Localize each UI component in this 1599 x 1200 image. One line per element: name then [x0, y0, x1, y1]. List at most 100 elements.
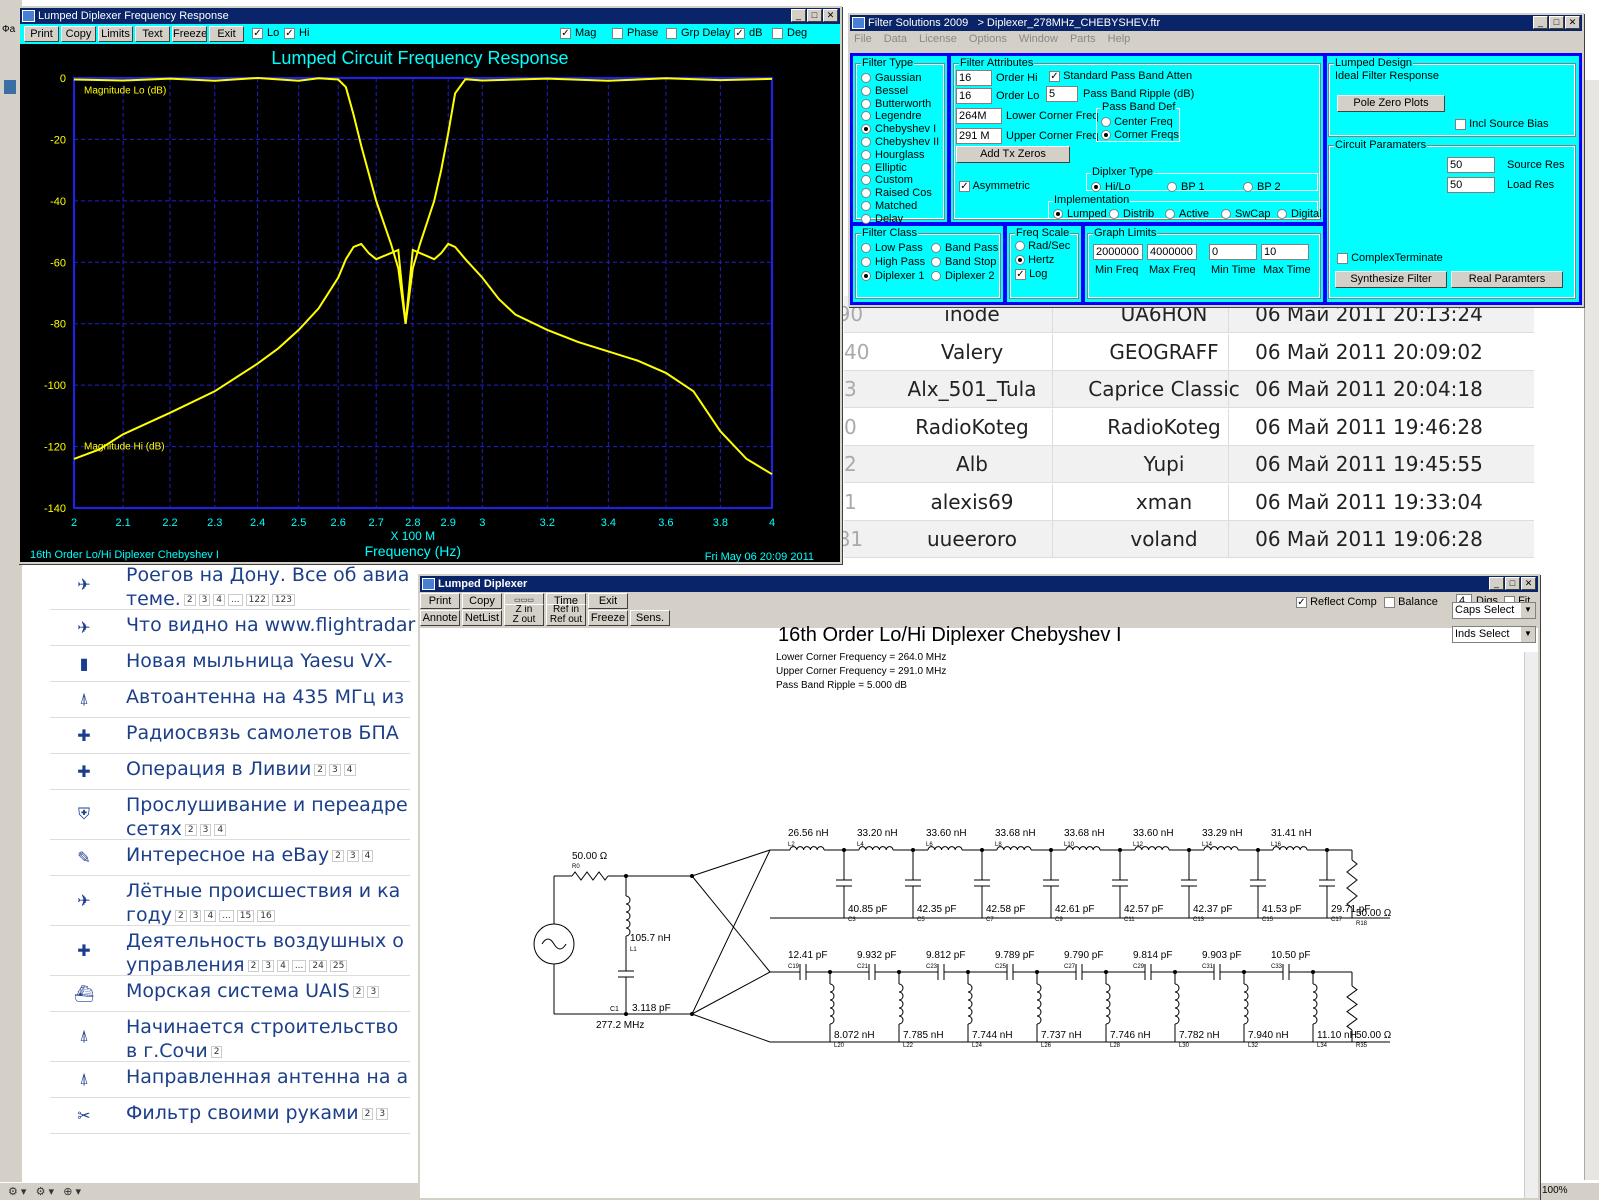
radio-icon[interactable]	[861, 149, 871, 160]
topic-title[interactable]: сетях 2 3 4	[126, 818, 227, 840]
radio-option[interactable]: BP 2	[1243, 181, 1281, 193]
radio-icon[interactable]	[1109, 209, 1119, 220]
radio-icon[interactable]	[861, 213, 871, 224]
topic-title[interactable]: Фильтр своими руками 2 3	[126, 1102, 389, 1124]
menu-item[interactable]: Options	[969, 33, 1007, 45]
reflect-comp-check[interactable]: ✓ Reflect Comp	[1296, 596, 1377, 608]
topic-text[interactable]: Прослушивание и переадре	[126, 794, 408, 816]
page-link[interactable]: ...	[228, 593, 243, 606]
limits-button[interactable]: Limits	[98, 26, 133, 42]
topic-text[interactable]: Направленная антенна на а	[126, 1066, 408, 1088]
radio-option[interactable]: Delay	[861, 213, 903, 225]
radio-option[interactable]: Distrib	[1109, 208, 1154, 220]
checkbox-icon[interactable]	[666, 27, 677, 39]
check-lo[interactable]: ✓ Lo	[252, 27, 279, 39]
radio-option[interactable]: Diplexer 2	[931, 270, 995, 282]
status-icons[interactable]: ⚙ ▾ ⚙ ▾ ⊕ ▾	[8, 1185, 81, 1198]
page-link[interactable]: 25	[329, 959, 348, 972]
max-freq-input[interactable]: 4000000	[1147, 244, 1197, 260]
minimize-icon[interactable]: _	[791, 9, 806, 22]
maximize-icon[interactable]: □	[1549, 16, 1564, 29]
upper-freq-input[interactable]: 291 M	[956, 128, 1002, 144]
checkbox-icon[interactable]: ✓	[252, 27, 263, 39]
page-link[interactable]: 3	[199, 823, 212, 836]
inds-select[interactable]: Inds Select ▼	[1452, 626, 1536, 643]
freeze-button[interactable]: Freeze	[588, 610, 628, 626]
radio-icon[interactable]	[931, 257, 941, 268]
checkbox-icon[interactable]	[772, 27, 783, 39]
checkbox-icon[interactable]: ✓	[284, 27, 295, 39]
exit-button[interactable]: Exit	[588, 593, 628, 609]
minimize-icon[interactable]: _	[1489, 577, 1504, 590]
radio-option[interactable]: Gaussian	[861, 72, 921, 84]
topic-title[interactable]: году 2 3 4... 15 16	[126, 904, 275, 926]
topic-text[interactable]: Фильтр своими руками	[126, 1102, 359, 1124]
topic-title[interactable]: Что видно на www.flightradar	[126, 614, 415, 636]
pole-zero-button[interactable]: Pole Zero Plots	[1337, 95, 1445, 112]
radio-option[interactable]: Chebyshev II	[861, 136, 939, 148]
asymmetric-check[interactable]: ✓ Asymmetric	[959, 180, 1030, 192]
radio-icon[interactable]	[861, 271, 871, 282]
copy-button[interactable]: Copy	[462, 593, 502, 609]
chevron-down-icon[interactable]: ▼	[1521, 603, 1535, 618]
radio-icon[interactable]	[861, 124, 871, 135]
page-link[interactable]: 4	[213, 593, 226, 606]
order-hi-input[interactable]: 16	[956, 70, 992, 86]
topic-title[interactable]: Автоантенна на 435 МГц из	[126, 686, 404, 708]
topic-title[interactable]: Операция в Ливии 2 3 4	[126, 758, 356, 780]
radio-option[interactable]: Matched	[861, 200, 917, 212]
radio-icon[interactable]	[861, 201, 871, 212]
zoom-level[interactable]: 100%	[1542, 1185, 1568, 1196]
freeze-button[interactable]: Freeze	[172, 26, 207, 42]
topic-title[interactable]: Интересное на eBay 2 3 4	[126, 844, 374, 866]
radio-option[interactable]: Hi/Lo	[1091, 181, 1131, 193]
check-mag[interactable]: ✓ Mag	[560, 27, 596, 39]
page-link[interactable]: 4	[277, 959, 289, 972]
exit-button[interactable]: Exit	[209, 26, 244, 42]
corner-freqs-radio[interactable]: Corner Freqs	[1101, 129, 1179, 141]
topic-title[interactable]: Радиосвязь самолетов БПА	[126, 722, 399, 744]
topic-title[interactable]: теме. 2 3 4... 122 123	[126, 588, 295, 610]
radio-icon[interactable]	[1165, 209, 1175, 220]
list-item[interactable]: ⛴ Морская система UAIS 2 3	[50, 976, 410, 1012]
topic-text[interactable]: Начинается строительство	[126, 1016, 398, 1038]
page-link[interactable]: 2	[183, 593, 196, 606]
page-link[interactable]: 24	[309, 959, 327, 972]
netlist-button[interactable]: NetList	[462, 610, 502, 626]
radio-icon[interactable]	[931, 271, 941, 282]
diplexer-scrollbar[interactable]	[1524, 652, 1538, 1198]
topic-title[interactable]: Прослушивание и переадре	[126, 794, 408, 816]
page-link[interactable]: 3	[329, 763, 341, 776]
page-link[interactable]: 2	[314, 763, 327, 776]
radio-option[interactable]: Raised Cos	[861, 187, 932, 199]
topic-title[interactable]: в г.Сочи 2	[126, 1040, 223, 1062]
page-link[interactable]: 2	[175, 909, 187, 922]
radio-option[interactable]: Elliptic	[861, 162, 907, 174]
topic-text[interactable]: Автоантенна на 435 МГц из	[126, 686, 404, 708]
radio-option[interactable]: Band Stop	[931, 256, 996, 268]
topic-text[interactable]: Интересное на eBay	[126, 844, 329, 866]
radio-option[interactable]: Hourglass	[861, 149, 925, 161]
radio-option[interactable]: Lumped	[1053, 208, 1107, 220]
min-time-input[interactable]: 0	[1209, 244, 1257, 260]
page-link[interactable]: 2	[210, 1045, 223, 1058]
page-link[interactable]: 3	[367, 985, 380, 998]
radio-option[interactable]: Diplexer 1	[861, 270, 925, 282]
load-res-input[interactable]: 50	[1447, 177, 1495, 193]
radio-icon[interactable]	[861, 188, 871, 199]
print-button[interactable]: Print	[420, 593, 460, 609]
check-hi[interactable]: ✓ Hi	[284, 27, 309, 39]
topic-title[interactable]: Направленная антенна на а	[126, 1066, 408, 1088]
topic-title[interactable]: Роегов на Дону. Все об авиа	[126, 564, 409, 586]
close-icon[interactable]: ✕	[823, 9, 838, 22]
radio-icon[interactable]	[861, 137, 871, 148]
print-button[interactable]: Print	[24, 26, 59, 42]
minimize-icon[interactable]: _	[1533, 16, 1548, 29]
radio-icon[interactable]	[861, 162, 871, 173]
close-icon[interactable]: ✕	[1521, 577, 1536, 590]
list-item[interactable]: ⛨ Прослушивание и переадре сетях 2 3 4	[50, 790, 410, 840]
topic-text[interactable]: сетях	[126, 818, 182, 840]
radio-icon[interactable]	[1221, 209, 1231, 220]
maximize-icon[interactable]: □	[1505, 577, 1520, 590]
topic-text[interactable]: теме.	[126, 588, 181, 610]
